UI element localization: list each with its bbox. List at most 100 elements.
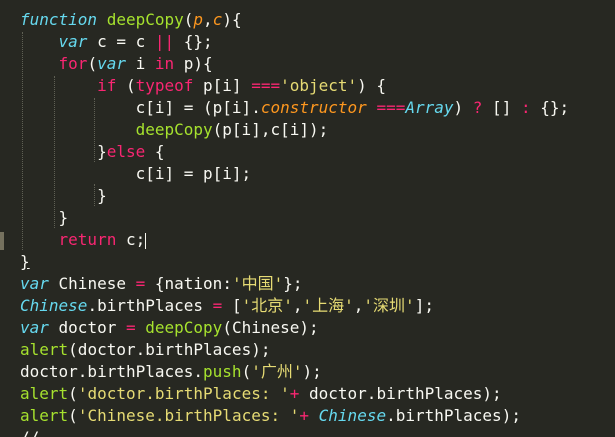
code-token: ( — [116, 76, 136, 95]
code-token: .birthPlaces); — [386, 406, 521, 425]
code-line[interactable]: var doctor = deepCopy(Chinese); — [20, 317, 319, 339]
code-token: === — [376, 98, 406, 117]
code-token: for — [58, 54, 88, 73]
code-token: '广州' — [251, 362, 303, 381]
code-token: Chinese — [20, 296, 88, 315]
code-token: '深圳' — [363, 296, 415, 315]
code-line[interactable]: var Chinese = {nation:'中国'}; — [20, 273, 303, 295]
text-cursor — [145, 232, 147, 249]
code-token: [ — [222, 296, 242, 315]
code-token: c[i] = (p[i]. — [20, 98, 261, 117]
code-token: push — [203, 362, 242, 381]
code-token: deepCopy — [145, 318, 223, 337]
code-token: } — [20, 208, 69, 227]
code-token: ]; — [414, 296, 434, 315]
code-token: (doctor.birthPlaces); — [68, 340, 271, 359]
code-line[interactable]: for(var i in p){ — [20, 53, 213, 75]
code-token: = — [212, 296, 223, 315]
code-token: , — [292, 296, 303, 315]
code-token: }; — [283, 274, 303, 293]
code-line[interactable]: } — [20, 251, 30, 273]
code-token: ( — [183, 10, 194, 29]
code-token: doctor.birthPlaces); — [299, 384, 502, 403]
code-line[interactable]: Chinese.birthPlaces = ['北京','上海','深圳']; — [20, 295, 434, 317]
code-token: constructor — [260, 98, 367, 117]
code-line[interactable]: var c = c || {}; — [20, 31, 213, 53]
code-token: ){ — [222, 10, 242, 29]
code-token: c; — [116, 230, 146, 249]
code-token: + — [299, 406, 310, 425]
code-token: alert — [20, 340, 69, 359]
code-line[interactable]: alert('Chinese.birthPlaces: '+ Chinese.b… — [20, 405, 521, 427]
code-token: || — [154, 32, 175, 51]
code-token: p — [193, 10, 204, 29]
code-token: alert — [20, 406, 69, 425]
code-token: ( — [68, 406, 78, 425]
code-token: = — [135, 274, 146, 293]
code-token: } — [20, 142, 107, 161]
code-token: var — [97, 54, 126, 73]
code-token: ); — [302, 362, 322, 381]
code-token: 'object' — [280, 76, 358, 95]
code-token: c = c — [87, 32, 155, 51]
code-token: '上海' — [302, 296, 354, 315]
code-token: (p[i],c[i]); — [212, 120, 329, 139]
code-token: function — [20, 10, 98, 29]
code-token: c — [212, 10, 223, 29]
code-token: .birthPlaces — [87, 296, 213, 315]
code-token: '北京' — [241, 296, 293, 315]
code-line[interactable]: } — [20, 185, 107, 207]
code-editor[interactable]: function deepCopy(p,c){ var c = c || {};… — [0, 0, 615, 437]
code-token: else — [106, 142, 146, 161]
code-token: = — [125, 318, 136, 337]
code-token: === — [251, 76, 281, 95]
code-token: var — [58, 32, 88, 51]
code-token: ( — [241, 362, 252, 381]
code-line[interactable]: alert('doctor.birthPlaces: '+ doctor.bir… — [20, 383, 502, 405]
code-token: } — [20, 252, 30, 271]
code-token: : — [520, 98, 531, 117]
code-token: i — [125, 54, 155, 73]
code-token: doctor — [48, 318, 126, 337]
code-token: , — [203, 10, 213, 29]
code-token: ( — [87, 54, 98, 73]
code-token: + — [289, 384, 300, 403]
code-token: Array — [405, 98, 454, 117]
code-token: (Chinese); — [222, 318, 319, 337]
code-line[interactable]: return c; — [20, 229, 147, 251]
code-token: ( — [68, 384, 78, 403]
code-token: [] — [482, 98, 521, 117]
code-token: ) { — [357, 76, 387, 95]
code-token: {nation: — [145, 274, 232, 293]
code-token: c[i] = p[i]; — [20, 164, 252, 183]
code-line[interactable]: if (typeof p[i] ==='object') { — [20, 75, 386, 97]
code-token: Chinese — [318, 406, 387, 425]
code-token: p){ — [174, 54, 213, 73]
code-token: if — [97, 76, 117, 95]
code-token: p[i] — [193, 76, 252, 95]
code-token: ? — [472, 98, 483, 117]
code-token: } — [20, 186, 107, 205]
code-line[interactable]: function deepCopy(p,c){ — [20, 9, 242, 31]
code-line[interactable]: doctor.birthPlaces.push('广州'); — [20, 361, 322, 383]
code-token: '中国' — [231, 274, 284, 293]
code-line[interactable]: deepCopy(p[i],c[i]); — [20, 119, 329, 141]
code-line[interactable]: c[i] = p[i]; — [20, 163, 252, 185]
code-line[interactable]: c[i] = (p[i].constructor ===Array) ? [] … — [20, 97, 570, 119]
code-token: Chinese — [48, 274, 136, 293]
code-token: in — [154, 54, 175, 73]
code-line[interactable]: } — [20, 207, 69, 229]
code-token: {}; — [530, 98, 570, 117]
code-line[interactable]: }else { — [20, 141, 164, 163]
code-token: return — [58, 230, 117, 249]
code-line[interactable]: alert(doctor.birthPlaces); — [20, 339, 270, 361]
code-token: var — [20, 318, 49, 337]
